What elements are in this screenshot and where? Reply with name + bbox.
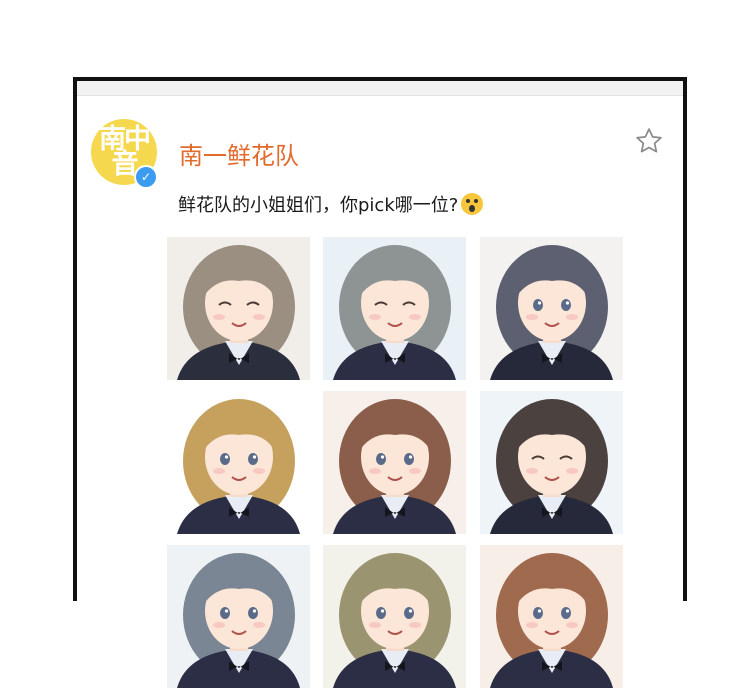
photo-4[interactable] xyxy=(167,391,310,534)
verified-badge-icon: ✓ xyxy=(134,165,158,189)
portrait-illustration xyxy=(323,237,466,380)
portrait-illustration xyxy=(323,391,466,534)
username[interactable]: 南一鲜花队 xyxy=(179,136,299,171)
photo-5[interactable] xyxy=(323,391,466,534)
photo-9[interactable] xyxy=(480,545,623,688)
astonished-face-icon xyxy=(461,193,484,215)
portrait-illustration xyxy=(167,391,310,534)
post-text: 鲜花队的小姐姐们，你pick哪一位? xyxy=(178,191,484,217)
star-outline-icon[interactable] xyxy=(634,126,664,156)
photo-1[interactable] xyxy=(167,237,310,380)
post-text-content: 鲜花队的小姐姐们，你pick哪一位? xyxy=(178,195,459,216)
card-top-strip xyxy=(77,81,683,96)
portrait-illustration xyxy=(323,545,466,688)
portrait-illustration xyxy=(480,237,623,380)
photo-6[interactable] xyxy=(480,391,623,534)
photo-7[interactable] xyxy=(167,545,310,688)
portrait-illustration xyxy=(167,237,310,380)
post-card: 南中音 ✓ 南一鲜花队 鲜花队的小姐姐们，你pick哪一位? xyxy=(73,77,687,688)
photo-3[interactable] xyxy=(480,237,623,380)
photo-8[interactable] xyxy=(323,545,466,688)
portrait-illustration xyxy=(167,545,310,688)
photo-2[interactable] xyxy=(323,237,466,380)
portrait-illustration xyxy=(480,545,623,688)
portrait-illustration xyxy=(480,391,623,534)
